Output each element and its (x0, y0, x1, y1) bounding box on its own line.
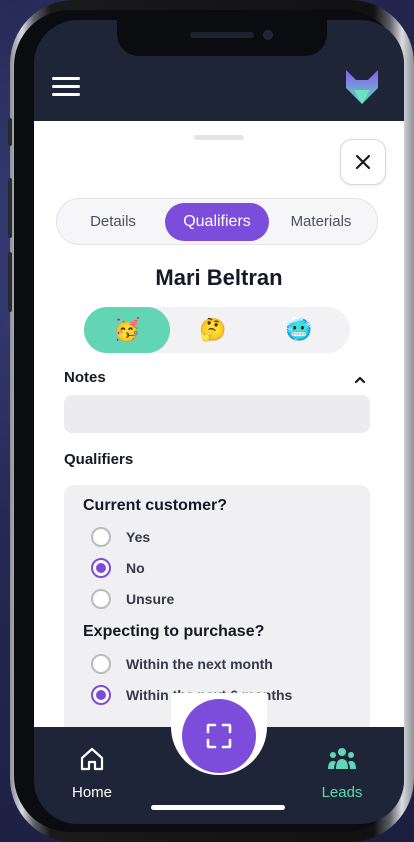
fox-logo-icon (346, 70, 378, 104)
close-button[interactable] (340, 139, 386, 185)
volume-up-button (8, 178, 12, 238)
radio-button[interactable] (91, 654, 111, 674)
radio-button[interactable] (91, 589, 111, 609)
speaker (190, 32, 254, 38)
hamburger-menu-icon[interactable] (52, 77, 80, 99)
tab-materials[interactable]: Materials (269, 203, 373, 241)
radio-option-no[interactable]: No (91, 558, 145, 578)
radio-option-next-month[interactable]: Within the next month (91, 654, 273, 674)
mood-thinking-face-option[interactable]: 🤔 (170, 307, 256, 353)
qualifiers-title: Qualifiers (64, 451, 134, 468)
scan-icon (206, 723, 232, 749)
mood-party-face-option[interactable]: 🥳 (84, 307, 170, 353)
radio-option-yes[interactable]: Yes (91, 527, 150, 547)
lead-detail-sheet: Details Qualifiers Materials Mari Beltra… (34, 121, 404, 745)
radio-option-unsure[interactable]: Unsure (91, 589, 174, 609)
mood-selector: 🥳 🤔 🥶 (84, 307, 350, 353)
nav-home-label: Home (71, 784, 112, 801)
radio-label: Yes (126, 529, 151, 545)
tab-bar: Details Qualifiers Materials (56, 198, 378, 245)
tab-qualifiers[interactable]: Qualifiers (165, 202, 269, 241)
sheet-drag-handle[interactable] (194, 135, 244, 140)
users-icon (328, 748, 356, 769)
radio-button[interactable] (91, 527, 111, 547)
home-indicator (151, 805, 285, 810)
tab-details[interactable]: Details (61, 203, 165, 241)
mood-cold-face-option[interactable]: 🥶 (256, 307, 342, 353)
notes-field[interactable] (64, 395, 370, 433)
scan-button[interactable] (182, 699, 256, 773)
radio-label: No (126, 560, 145, 576)
radio-label: Within the next month (126, 656, 273, 672)
volume-down-button (8, 252, 12, 312)
lead-name: Mari Beltran (155, 265, 283, 290)
question-title: Expecting to purchase? (83, 623, 265, 640)
nav-leads-label: Leads (321, 784, 363, 801)
close-icon (355, 154, 371, 170)
radio-label: Unsure (126, 591, 175, 607)
question-title: Current customer? (83, 497, 228, 514)
phone-screen: Details Qualifiers Materials Mari Beltra… (34, 20, 404, 824)
bottom-nav-bar: Home Leads (34, 693, 404, 824)
silent-switch (8, 118, 12, 146)
home-icon (80, 747, 104, 771)
notch (117, 20, 327, 56)
notes-title: Notes (64, 369, 106, 386)
chevron-up-icon[interactable] (353, 373, 367, 387)
radio-button[interactable] (91, 558, 111, 578)
nav-home[interactable]: Home (52, 745, 132, 801)
front-camera (263, 30, 273, 40)
nav-leads[interactable]: Leads (302, 745, 382, 801)
radio-button[interactable] (91, 685, 111, 705)
